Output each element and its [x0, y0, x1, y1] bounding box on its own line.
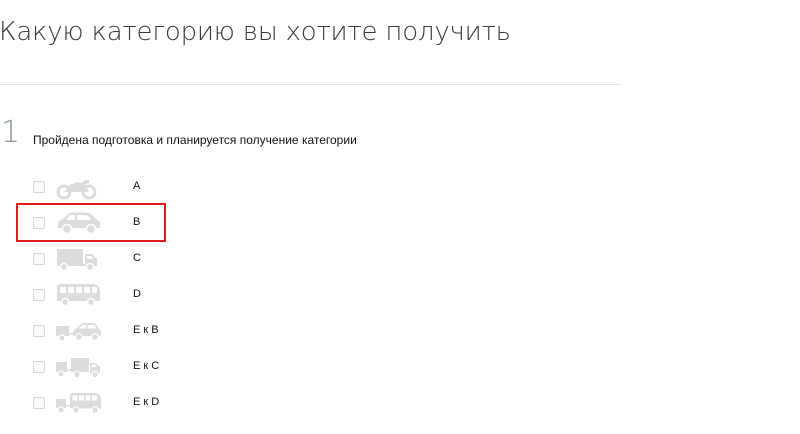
page-title: Какую категорию вы хотите получить	[0, 17, 511, 47]
truck-with-trailer-icon	[55, 354, 101, 380]
category-e-d-label: E к D	[133, 396, 160, 408]
car-with-trailer-icon	[55, 318, 101, 344]
divider	[0, 84, 621, 85]
category-option-c[interactable]: C	[33, 246, 183, 274]
category-e-c-label: E к C	[133, 360, 160, 372]
category-d-label: D	[133, 288, 141, 300]
page: Какую категорию вы хотите получить 1 Про…	[0, 0, 800, 434]
truck-icon	[55, 246, 101, 272]
motorcycle-icon	[55, 174, 101, 200]
category-option-e-d[interactable]: E к D	[33, 390, 183, 418]
category-a-checkbox[interactable]	[33, 181, 45, 193]
category-option-e-c[interactable]: E к C	[33, 354, 183, 382]
category-option-a[interactable]: A	[33, 174, 183, 202]
category-e-b-label: E к B	[133, 324, 159, 336]
category-a-label: A	[133, 180, 141, 192]
category-option-e-b[interactable]: E к B	[33, 318, 183, 346]
step-description: Пройдена подготовка и планируется получе…	[33, 133, 357, 147]
category-e-d-checkbox[interactable]	[33, 397, 45, 409]
bus-icon	[55, 282, 101, 308]
selection-highlight-box	[16, 203, 166, 242]
category-option-d[interactable]: D	[33, 282, 183, 310]
bus-with-trailer-icon	[55, 390, 101, 416]
category-e-b-checkbox[interactable]	[33, 325, 45, 337]
category-c-label: C	[133, 252, 141, 264]
category-d-checkbox[interactable]	[33, 289, 45, 301]
step-number: 1	[1, 115, 21, 150]
category-c-checkbox[interactable]	[33, 253, 45, 265]
category-e-c-checkbox[interactable]	[33, 361, 45, 373]
